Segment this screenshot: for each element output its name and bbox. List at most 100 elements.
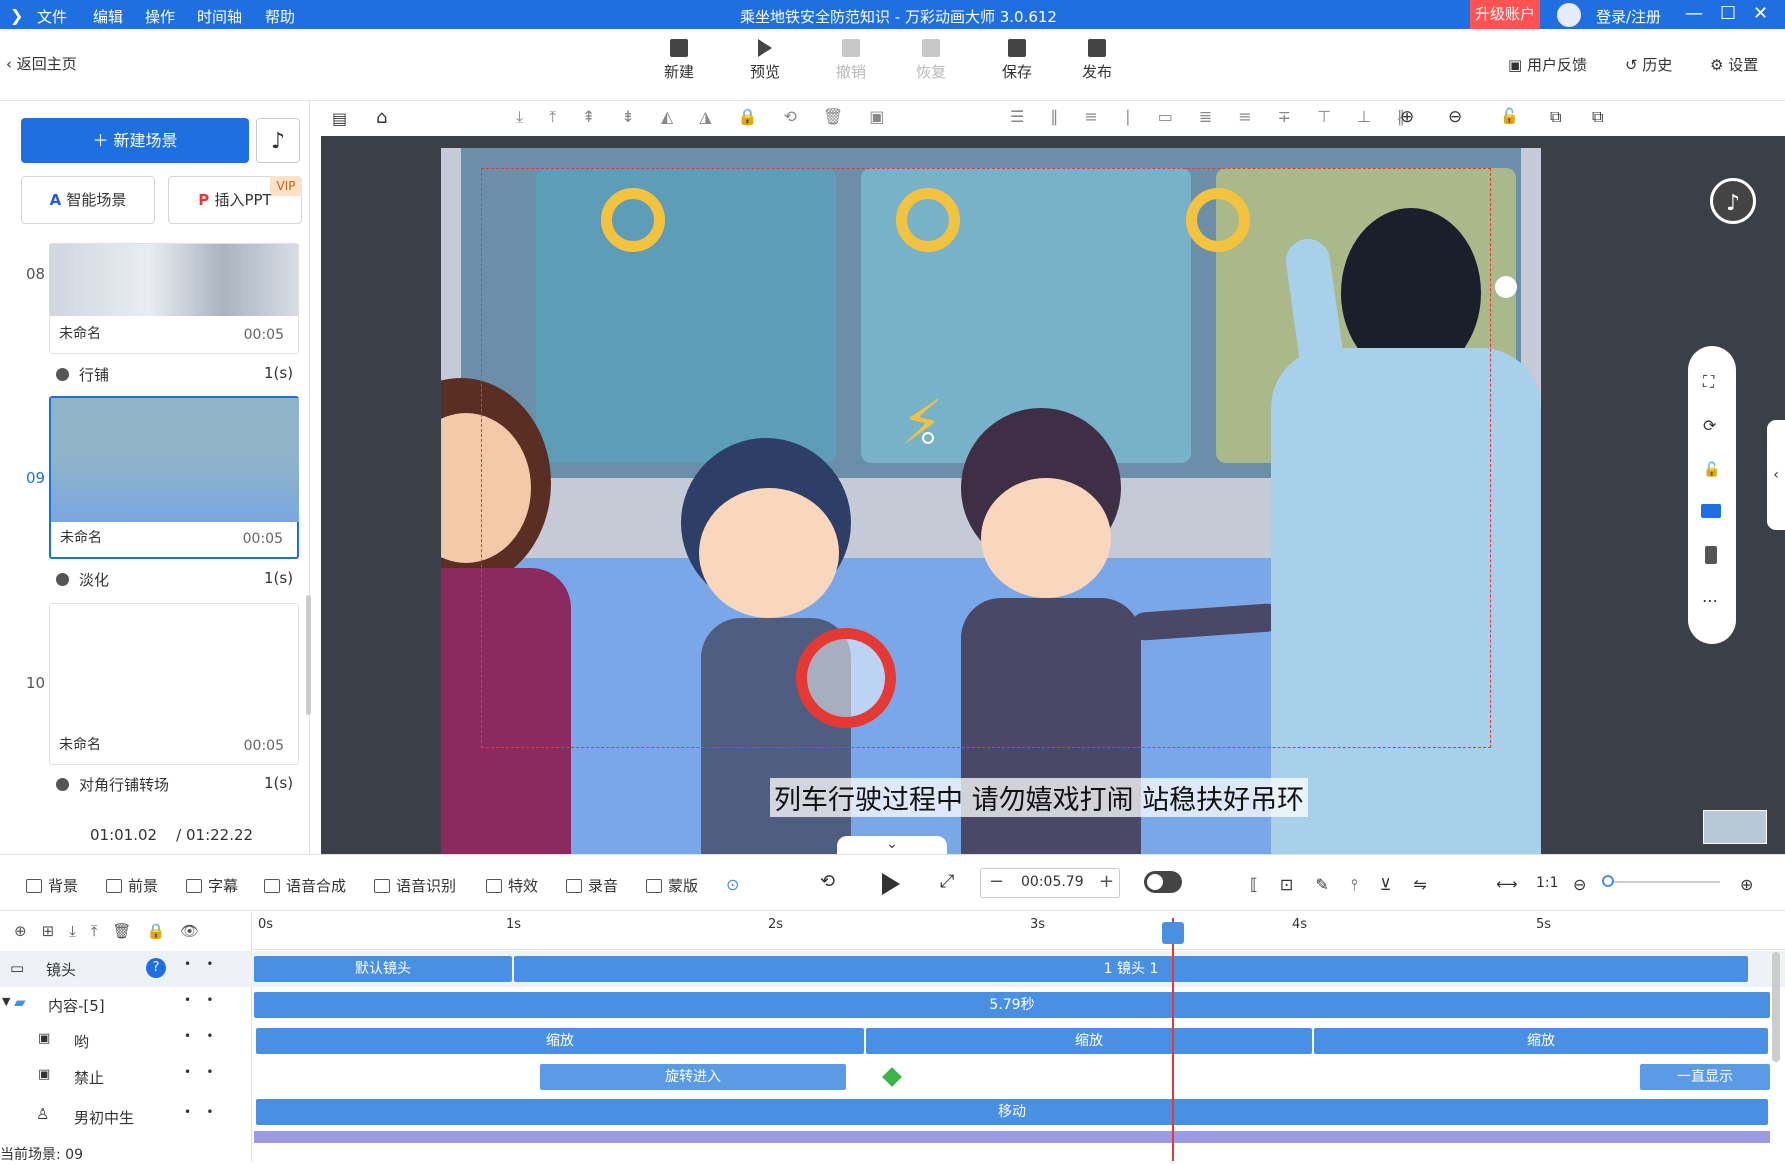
enter-animation-bar[interactable]: 旋转进入 (540, 1064, 846, 1090)
preview-button[interactable]: 预览 (742, 39, 788, 82)
row-dots[interactable]: • • (184, 957, 213, 971)
play-button[interactable] (882, 873, 900, 895)
subtitle-text[interactable]: 列车行驶过程中 请勿嬉戏打闹 站稳扶好吊环 (770, 778, 1309, 817)
timeline-row-item[interactable]: ▣ 禁止 • • 旋转进入 一直显示 (0, 1059, 1785, 1095)
keyframe-icon[interactable] (882, 1067, 902, 1087)
new-button[interactable]: 新建 (656, 39, 702, 82)
animation-bar[interactable]: 缩放 (866, 1028, 1312, 1054)
upgrade-button[interactable]: 升级账户 (1470, 0, 1540, 29)
increase-time-button[interactable]: + (1099, 871, 1114, 892)
camera-anchor[interactable] (1495, 276, 1517, 298)
time-input[interactable]: − 00:05.79 + (980, 868, 1120, 898)
animation-bar[interactable]: 缩放 (256, 1028, 864, 1054)
foreground-button[interactable]: 前景 (106, 875, 158, 896)
timeline-row-item[interactable]: ▣ 哟 • • 缩放 缩放 缩放 (0, 1023, 1785, 1059)
replay-icon[interactable]: ⟲ (820, 871, 835, 892)
scene-stage[interactable]: ⚡ (441, 148, 1541, 854)
fullscreen-icon[interactable]: ⤢ (940, 871, 954, 892)
more-icon[interactable]: ⋯ (1702, 591, 1718, 610)
music-fab[interactable]: ♪ (1710, 178, 1756, 224)
lock-icon[interactable]: 🔓 (1500, 107, 1519, 125)
mask-button[interactable]: 蒙版 (646, 875, 698, 896)
background-button[interactable]: 背景 (26, 875, 78, 896)
playhead-handle[interactable] (1162, 922, 1184, 944)
home-icon[interactable]: ⌂ (376, 107, 387, 128)
transition-item[interactable]: 淡化 1(s) (56, 569, 293, 590)
always-show-bar[interactable]: 一直显示 (1640, 1064, 1770, 1090)
lock-icon[interactable]: 🔓 (1703, 462, 1720, 478)
one-to-one-icon[interactable]: 1:1 (1536, 875, 1559, 891)
settings-button[interactable]: ⚙ 设置 (1710, 54, 1758, 75)
effects-button[interactable]: 特效 (486, 875, 538, 896)
minimize-icon[interactable]: — (1685, 3, 1703, 24)
redo-button[interactable]: 恢复 (908, 39, 954, 82)
zoom-out-timeline-icon[interactable]: ⊖ (1573, 875, 1586, 894)
animation-bar[interactable]: 缩放 (1314, 1028, 1768, 1054)
camera-default-bar[interactable]: 默认镜头 (254, 956, 512, 982)
music-button[interactable]: ♪ (256, 118, 300, 163)
move-bar[interactable]: 移动 (256, 1099, 1768, 1125)
row-dots[interactable]: • • (184, 1105, 213, 1119)
transition-item[interactable]: 行铺 1(s) (56, 364, 293, 385)
smart-scene-button[interactable]: A 智能场景 (21, 176, 155, 224)
row-dots[interactable]: • • (184, 1029, 213, 1043)
paste-icon[interactable]: ⧉ (1592, 107, 1603, 127)
content-duration-bar[interactable]: 5.79秒 (254, 992, 1770, 1018)
feedback-button[interactable]: ▣ 用户反馈 (1508, 54, 1587, 75)
new-scene-button[interactable]: ＋ 新建场景 (21, 118, 249, 163)
time-value[interactable]: 00:05.79 (1021, 874, 1084, 890)
timeline-ruler[interactable]: 0s 1s 2s 3s 4s 5s (252, 912, 1785, 950)
scene-scrollbar[interactable] (306, 595, 311, 715)
more-options-icon[interactable]: ⊙ (726, 875, 739, 894)
camera-1-bar[interactable]: 1 镜头 1 (514, 956, 1748, 982)
timeline-row-content[interactable]: ▼ ▰ 内容-[5] • • 5.79秒 (0, 987, 1785, 1023)
record-button[interactable]: 录音 (566, 875, 618, 896)
rotate-icon[interactable]: ⟳ (1703, 416, 1716, 435)
subtitle-button[interactable]: 字幕 (186, 875, 238, 896)
menu-operate[interactable]: 操作 (145, 6, 175, 27)
layout-icon[interactable]: ▤ (332, 109, 347, 128)
zoom-in-icon[interactable]: ⊕ (1400, 107, 1414, 127)
copy-icon[interactable]: ⧉ (1550, 107, 1561, 127)
scene-card[interactable]: 未命名 00:05 (49, 603, 299, 765)
editor-canvas[interactable]: ⚡ (321, 136, 1785, 854)
help-icon[interactable]: ? (146, 958, 166, 978)
speech-recognition-button[interactable]: 语音识别 (374, 875, 456, 896)
timeline-row-camera[interactable]: ▭ 镜头 ? • • 默认镜头 1 镜头 1 (0, 951, 1785, 987)
landscape-icon[interactable] (1701, 504, 1721, 518)
fit-screen-icon[interactable]: ⛶ (1703, 372, 1714, 392)
zoom-in-timeline-icon[interactable]: ⊕ (1740, 875, 1753, 894)
zoom-out-icon[interactable]: ⊖ (1448, 107, 1462, 127)
row-dots[interactable]: • • (184, 993, 213, 1007)
menu-help[interactable]: 帮助 (265, 6, 295, 27)
avatar-icon[interactable] (1557, 3, 1581, 27)
row-dots[interactable]: • • (184, 1065, 213, 1079)
timeline-tools[interactable]: ⟦⊡✎⫯⊻⇋ (1250, 875, 1449, 895)
playhead[interactable] (1172, 918, 1174, 1161)
fit-timeline-icon[interactable]: ⟷ (1496, 875, 1518, 893)
publish-button[interactable]: 发布 (1074, 39, 1120, 82)
menu-file[interactable]: 文件 (37, 6, 67, 27)
decrease-time-button[interactable]: − (989, 871, 1004, 892)
minimap-thumbnail[interactable] (1703, 810, 1767, 844)
toggle-switch[interactable] (1144, 871, 1182, 893)
menu-edit[interactable]: 编辑 (93, 6, 123, 27)
transition-item[interactable]: 对角行铺转场 1(s) (56, 774, 293, 795)
timeline-row-item[interactable]: ♙ 男初中生 • • 移动 (0, 1095, 1785, 1131)
close-icon[interactable]: ✕ (1753, 3, 1768, 24)
distribute-tools[interactable]: ☰∥≡∣▭≣≡∓⊤⊥∦ (1010, 107, 1431, 126)
portrait-icon[interactable] (1705, 546, 1717, 564)
scene-card-selected[interactable]: 未命名 00:05 (49, 396, 299, 559)
tts-button[interactable]: 语音合成 (264, 875, 346, 896)
crosshair-icon[interactable] (922, 432, 934, 444)
login-button[interactable]: 登录/注册 (1596, 6, 1661, 27)
collapse-right-icon[interactable]: ‹ (1767, 420, 1785, 530)
align-tools[interactable]: ⤓⤒⇞⇟◭◮🔒⟲🗑▣ (516, 107, 910, 127)
menu-timeline[interactable]: 时间轴 (197, 6, 242, 27)
timeline-scrollbar[interactable] (1772, 952, 1780, 1062)
collapse-down-icon[interactable]: ⌄ (837, 836, 947, 856)
back-button[interactable]: ‹ 返回主页 (6, 53, 77, 74)
scene-card[interactable]: 未命名 00:05 (49, 243, 299, 354)
history-button[interactable]: ↺ 历史 (1625, 54, 1672, 75)
expand-icon[interactable]: ▼ (2, 995, 10, 1008)
